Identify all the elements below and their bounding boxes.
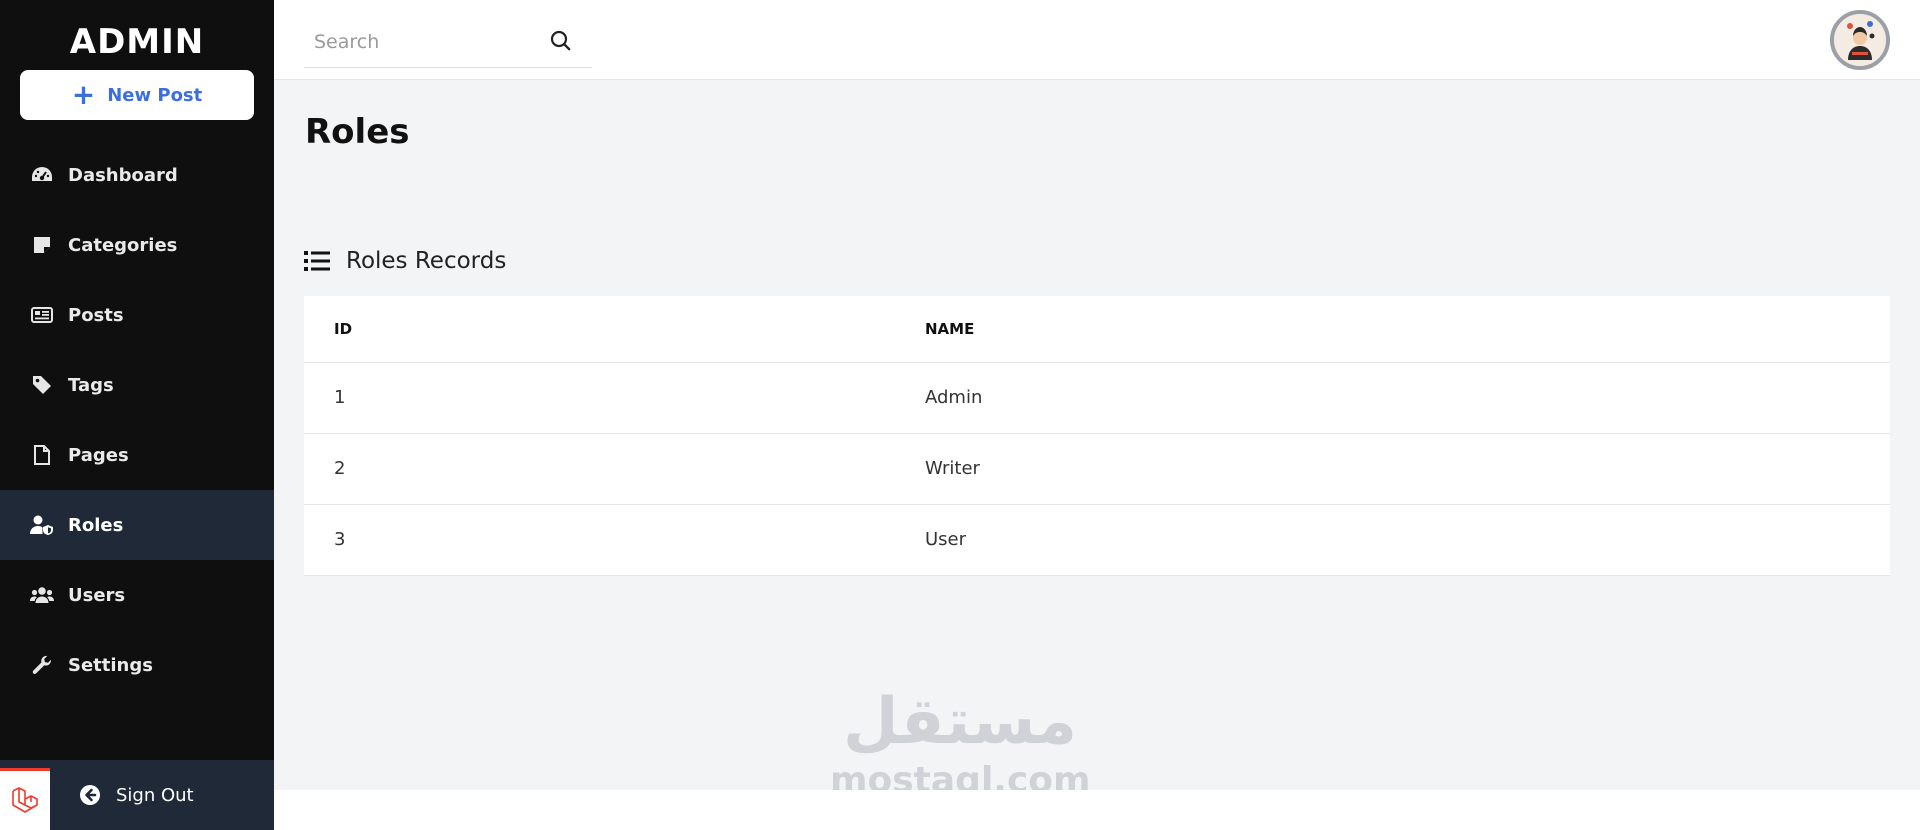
sidebar-item-tags[interactable]: Tags — [0, 350, 274, 420]
section-title: Roles Records — [346, 248, 507, 274]
list-icon — [304, 249, 330, 273]
newspaper-icon — [30, 303, 54, 327]
cell-name: User — [925, 504, 1890, 576]
sidebar-item-users[interactable]: Users — [0, 560, 274, 630]
sidebar-nav: Dashboard Categories Posts Tags Pages Ro… — [0, 140, 274, 700]
sidebar-item-label: Roles — [68, 514, 124, 536]
watermark: مستقل mostaql.com — [830, 685, 1091, 801]
column-header-name: NAME — [925, 296, 1890, 363]
sidebar-item-posts[interactable]: Posts — [0, 280, 274, 350]
sign-out-label: Sign Out — [116, 784, 194, 806]
sidebar-item-label: Tags — [68, 374, 114, 396]
new-post-label: New Post — [107, 84, 203, 106]
roles-table: ID NAME 1 Admin 2 Writer 3 User — [304, 296, 1890, 576]
sidebar-item-label: Users — [68, 584, 126, 606]
laravel-logo-icon — [0, 768, 50, 830]
top-bar — [274, 0, 1920, 80]
column-header-id: ID — [304, 296, 925, 363]
cell-id: 1 — [304, 362, 925, 434]
arrow-circle-left-icon — [78, 783, 102, 807]
brand-title: ADMIN — [69, 22, 205, 62]
table-row[interactable]: 1 Admin — [304, 362, 1890, 434]
sticky-note-icon — [30, 233, 54, 257]
sign-out-button[interactable]: Sign Out — [78, 760, 194, 830]
sidebar-item-label: Settings — [68, 654, 153, 676]
cell-id: 2 — [304, 433, 925, 505]
file-icon — [30, 443, 54, 467]
footer — [274, 790, 1920, 830]
sidebar: ADMIN + New Post Dashboard Categories Po… — [0, 0, 274, 830]
page-title: Roles — [305, 112, 410, 152]
wrench-icon — [30, 653, 54, 677]
roles-table-card: ID NAME 1 Admin 2 Writer 3 User — [304, 296, 1890, 576]
table-header-row: ID NAME — [304, 296, 1890, 363]
user-shield-icon — [30, 513, 54, 537]
plus-icon: + — [71, 78, 96, 111]
search-input[interactable] — [304, 30, 544, 53]
table-row[interactable]: 3 User — [304, 504, 1890, 576]
cell-name: Writer — [925, 433, 1890, 505]
new-post-button[interactable]: + New Post — [20, 70, 254, 120]
sidebar-item-roles[interactable]: Roles — [0, 490, 274, 560]
sidebar-item-label: Dashboard — [68, 164, 178, 186]
sidebar-item-label: Pages — [68, 444, 129, 466]
watermark-arabic: مستقل — [842, 685, 1078, 759]
sidebar-item-pages[interactable]: Pages — [0, 420, 274, 490]
section-header: Roles Records — [304, 248, 506, 274]
table-row[interactable]: 2 Writer — [304, 433, 1890, 505]
sidebar-item-settings[interactable]: Settings — [0, 630, 274, 700]
cell-id: 3 — [304, 504, 925, 576]
sidebar-item-dashboard[interactable]: Dashboard — [0, 140, 274, 210]
sign-out-bar: Sign Out — [0, 760, 274, 830]
cell-name: Admin — [925, 362, 1890, 434]
dashboard-icon — [30, 163, 54, 187]
users-icon — [30, 583, 54, 607]
search-icon[interactable] — [548, 28, 574, 54]
sidebar-item-label: Categories — [68, 234, 178, 256]
sidebar-item-categories[interactable]: Categories — [0, 210, 274, 280]
search-box — [304, 16, 592, 68]
sidebar-item-label: Posts — [68, 304, 124, 326]
avatar[interactable] — [1830, 10, 1890, 70]
tag-icon — [30, 373, 54, 397]
